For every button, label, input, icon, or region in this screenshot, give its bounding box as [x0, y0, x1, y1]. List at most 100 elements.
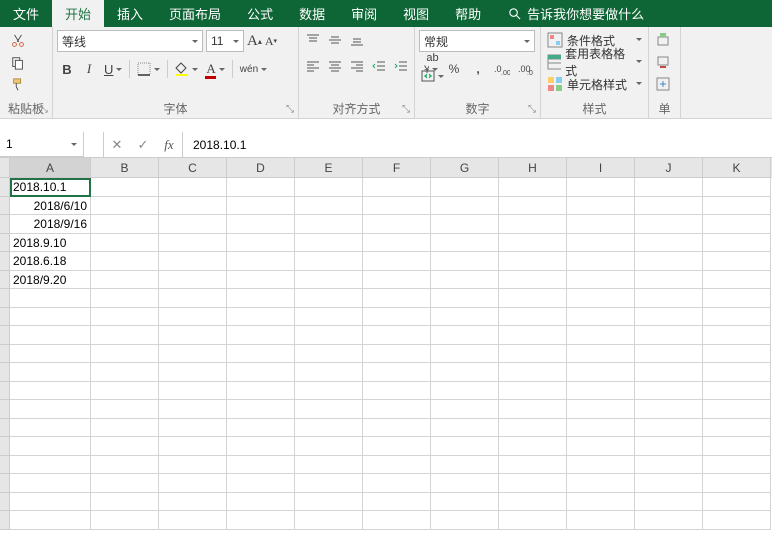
row-header[interactable] — [0, 511, 10, 530]
cell[interactable] — [703, 215, 771, 234]
cell[interactable] — [499, 493, 567, 512]
cell[interactable] — [295, 363, 363, 382]
cell[interactable] — [363, 178, 431, 197]
menu-tab-6[interactable]: 审阅 — [338, 0, 390, 27]
cell[interactable] — [91, 419, 159, 438]
cell[interactable] — [159, 271, 227, 290]
menu-tab-3[interactable]: 页面布局 — [156, 0, 234, 27]
cell[interactable] — [295, 178, 363, 197]
cell[interactable] — [431, 308, 499, 327]
row-header[interactable] — [0, 326, 10, 345]
clipboard-launcher[interactable]: ⤡ — [40, 103, 48, 117]
cell[interactable]: 2018/9.20 — [10, 271, 91, 290]
format-as-table-button[interactable]: 套用表格格式 — [545, 52, 644, 72]
cell[interactable] — [159, 197, 227, 216]
column-header-D[interactable]: D — [227, 158, 295, 178]
border-button[interactable] — [134, 58, 163, 80]
cell[interactable] — [703, 511, 771, 530]
cell[interactable] — [295, 234, 363, 253]
cell[interactable] — [295, 382, 363, 401]
cell[interactable] — [295, 271, 363, 290]
cell[interactable] — [703, 437, 771, 456]
cut-button[interactable] — [8, 32, 28, 50]
cell[interactable] — [363, 382, 431, 401]
insert-button[interactable] — [653, 30, 676, 50]
cell[interactable] — [635, 178, 703, 197]
cell[interactable] — [499, 363, 567, 382]
cell[interactable] — [499, 345, 567, 364]
row-header[interactable] — [0, 437, 10, 456]
cell[interactable] — [635, 197, 703, 216]
cell[interactable] — [703, 308, 771, 327]
cell[interactable] — [363, 271, 431, 290]
cell[interactable] — [499, 197, 567, 216]
insert-function-button[interactable]: fx — [156, 132, 182, 157]
cell[interactable] — [567, 474, 635, 493]
row-header[interactable] — [0, 289, 10, 308]
cell[interactable] — [567, 308, 635, 327]
cell[interactable] — [703, 326, 771, 345]
cell[interactable] — [227, 345, 295, 364]
cell[interactable] — [567, 234, 635, 253]
cell[interactable] — [10, 308, 91, 327]
menu-tab-5[interactable]: 数据 — [286, 0, 338, 27]
row-header[interactable] — [0, 363, 10, 382]
cell[interactable] — [635, 326, 703, 345]
cell[interactable] — [227, 308, 295, 327]
cell[interactable]: 2018.9.10 — [10, 234, 91, 253]
enter-formula-button[interactable]: ✓ — [130, 132, 156, 157]
bold-button[interactable]: B — [57, 58, 77, 80]
cell[interactable] — [363, 474, 431, 493]
cell[interactable] — [91, 308, 159, 327]
cell[interactable] — [227, 271, 295, 290]
cell[interactable] — [431, 197, 499, 216]
font-name-combo[interactable]: 等线 — [57, 30, 203, 52]
cell[interactable] — [295, 511, 363, 530]
cell[interactable] — [159, 511, 227, 530]
cell[interactable] — [635, 511, 703, 530]
cell[interactable] — [91, 215, 159, 234]
cell[interactable] — [295, 493, 363, 512]
row-header[interactable] — [0, 252, 10, 271]
cell[interactable] — [363, 345, 431, 364]
cell[interactable] — [499, 400, 567, 419]
column-header-E[interactable]: E — [295, 158, 363, 178]
row-header[interactable] — [0, 493, 10, 512]
decrease-decimal-button[interactable]: .00.0 — [515, 58, 537, 80]
select-all-corner[interactable] — [0, 158, 10, 178]
cell[interactable] — [91, 493, 159, 512]
cell[interactable] — [703, 289, 771, 308]
cell[interactable] — [227, 289, 295, 308]
cell[interactable] — [10, 456, 91, 475]
underline-button[interactable]: U — [101, 58, 125, 80]
column-header-C[interactable]: C — [159, 158, 227, 178]
cell[interactable] — [227, 252, 295, 271]
menu-tab-8[interactable]: 帮助 — [442, 0, 494, 27]
cell[interactable] — [159, 419, 227, 438]
cell[interactable] — [91, 289, 159, 308]
cell[interactable] — [363, 252, 431, 271]
cell[interactable] — [295, 289, 363, 308]
cell[interactable] — [91, 437, 159, 456]
cell[interactable] — [91, 326, 159, 345]
cell[interactable] — [363, 215, 431, 234]
column-header-G[interactable]: G — [431, 158, 499, 178]
cell[interactable] — [363, 197, 431, 216]
cell[interactable] — [499, 252, 567, 271]
row-header[interactable] — [0, 345, 10, 364]
cell[interactable] — [431, 456, 499, 475]
number-launcher[interactable]: ⤡ — [528, 103, 536, 117]
font-color-button[interactable]: A — [203, 58, 227, 80]
column-header-H[interactable]: H — [499, 158, 567, 178]
increase-indent-button[interactable] — [391, 56, 411, 76]
cell[interactable] — [295, 197, 363, 216]
cell[interactable] — [431, 178, 499, 197]
cell[interactable] — [431, 400, 499, 419]
cell[interactable] — [295, 308, 363, 327]
row-header[interactable] — [0, 474, 10, 493]
cell[interactable] — [567, 437, 635, 456]
format-button[interactable] — [653, 74, 676, 94]
cell[interactable] — [635, 215, 703, 234]
cell[interactable] — [703, 178, 771, 197]
cell[interactable] — [703, 456, 771, 475]
